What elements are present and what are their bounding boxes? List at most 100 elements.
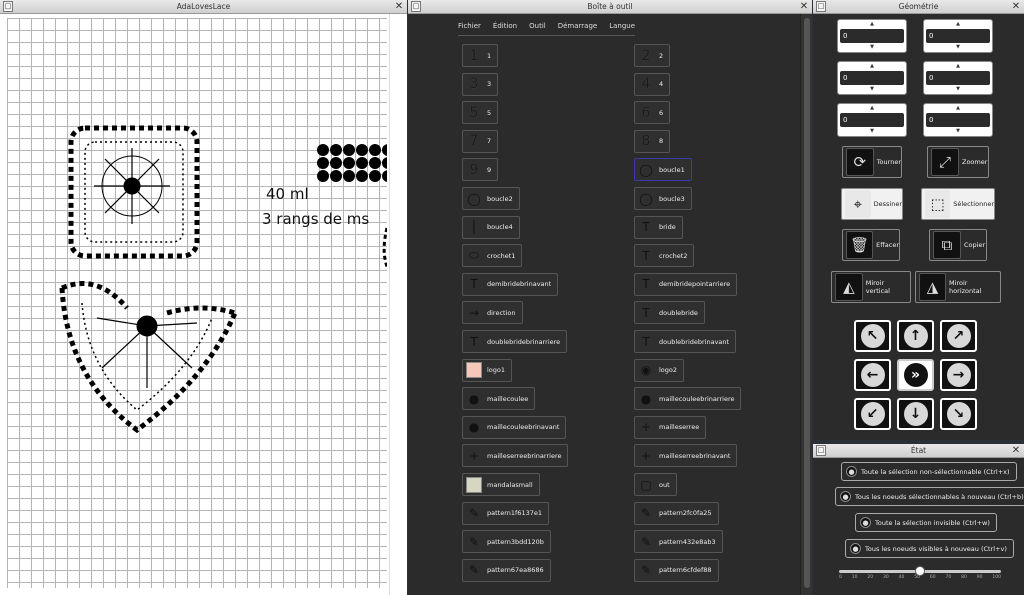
window-menu-icon[interactable]: □: [3, 1, 13, 12]
spin-value[interactable]: 0: [929, 32, 933, 40]
menu-langue[interactable]: Langue: [609, 22, 635, 33]
spin-up-icon[interactable]: ▲: [838, 104, 906, 113]
move-up-left-button[interactable]: ↖: [854, 320, 891, 352]
tool-button-1[interactable]: 11: [462, 44, 499, 67]
draw-button[interactable]: ⌖ Dessiner: [841, 188, 903, 220]
tool-button-logo2[interactable]: ◉ logo2: [634, 358, 685, 382]
erase-button[interactable]: 🗑 Effacer: [842, 229, 900, 261]
select-button[interactable]: ⬚ Sélectionner: [921, 188, 995, 220]
opacity-slider[interactable]: 0 10 20 30 40 50 60 70 80 90 100: [839, 566, 1001, 582]
spin-box-y1[interactable]: ▲ 0 ▼: [923, 19, 993, 53]
menu-outil[interactable]: Outil: [529, 22, 546, 33]
spin-up-icon[interactable]: ▲: [838, 62, 906, 71]
tool-button-mandalasmall[interactable]: mandalasmall: [462, 473, 540, 496]
mirror-vertical-button[interactable]: ◭ Miroir vertical: [831, 271, 911, 303]
close-icon[interactable]: ✕: [1011, 0, 1021, 13]
tool-button-7[interactable]: 77: [462, 129, 499, 153]
tool-button-5[interactable]: 55: [462, 101, 499, 125]
spin-up-icon[interactable]: ▲: [924, 104, 992, 113]
tool-button-maillecoulee[interactable]: ● maillecoulee: [462, 387, 536, 411]
tool-button-doublebride[interactable]: Tdoublebride: [634, 301, 705, 325]
tool-button-out[interactable]: ▢ out: [634, 473, 677, 496]
spin-down-icon[interactable]: ▼: [838, 127, 906, 136]
selectable-again-button[interactable]: ● Tous les noeuds sélectionnables à nouve…: [835, 487, 1024, 506]
move-down-button[interactable]: ↓: [897, 398, 934, 430]
tool-button-doublebridebrinavant[interactable]: Tdoublebridebrinavant: [634, 330, 737, 353]
spin-value[interactable]: 0: [929, 74, 933, 82]
tool-button-crochet1[interactable]: ⬭ crochet1: [462, 244, 523, 268]
invisible-button[interactable]: ● Toute la sélection invisible (Ctrl+w): [855, 513, 997, 532]
menu-fichier[interactable]: Fichier: [458, 22, 481, 33]
move-down-left-button[interactable]: ↙: [854, 398, 891, 430]
tool-button-3[interactable]: 33: [462, 72, 499, 96]
close-icon[interactable]: ✕: [799, 0, 809, 13]
tool-button-bride[interactable]: Tbride: [634, 215, 683, 239]
tool-button-boucle2[interactable]: ◯ boucle2: [462, 187, 520, 210]
spin-value[interactable]: 0: [929, 116, 933, 124]
spin-up-icon[interactable]: ▲: [924, 20, 992, 29]
visible-again-button[interactable]: ● Tous les noeuds visibles à nouveau (Ctr…: [845, 539, 1014, 558]
tool-button-pattern6cfdef88[interactable]: ✎ pattern6cfdef88: [634, 558, 719, 582]
spin-down-icon[interactable]: ▼: [838, 85, 906, 94]
tool-button-2[interactable]: 22: [634, 44, 671, 67]
window-menu-icon[interactable]: □: [816, 445, 826, 456]
spin-box-x2[interactable]: ▲ 0 ▼: [837, 61, 907, 95]
window-menu-icon[interactable]: □: [816, 1, 826, 12]
unselectable-button[interactable]: ● Toute la sélection non-sélectionnable (…: [841, 462, 1017, 481]
scroll-thumb[interactable]: [804, 18, 810, 588]
copy-button[interactable]: ⧉ Copier: [929, 229, 987, 261]
tool-button-maillecouleebrinarriere[interactable]: ● maillecouleebrinarriere: [634, 387, 742, 411]
zoom-button[interactable]: ⤢ Zoomer: [927, 146, 989, 178]
tool-button-pattern2fc0fa25[interactable]: ✎ pattern2fc0fa25: [634, 501, 719, 525]
spin-down-icon[interactable]: ▼: [838, 43, 906, 52]
drawing-canvas[interactable]: 40 ml 3 rangs de ms: [7, 18, 387, 588]
tool-button-pattern1f6137e1[interactable]: ✎ pattern1f6137e1: [462, 501, 549, 525]
tool-button-doublebridebrinarriere[interactable]: Tdoublebridebrinarriere: [462, 330, 568, 353]
close-icon[interactable]: ✕: [1011, 444, 1021, 457]
tool-button-8[interactable]: 88: [634, 129, 671, 153]
tool-button-pattern67ea8686[interactable]: ✎ pattern67ea8686: [462, 558, 551, 582]
tool-button-6[interactable]: 66: [634, 101, 671, 125]
spin-box-x1[interactable]: ▲ 0 ▼: [837, 19, 907, 53]
spin-box-x3[interactable]: ▲ 0 ▼: [837, 103, 907, 137]
tool-button-pattern432e8ab3[interactable]: ✎ pattern432e8ab3: [634, 530, 723, 554]
spin-down-icon[interactable]: ▼: [924, 85, 992, 94]
spin-up-icon[interactable]: ▲: [924, 62, 992, 71]
move-up-button[interactable]: ↑: [897, 320, 934, 352]
spin-up-icon[interactable]: ▲: [838, 20, 906, 29]
spin-value[interactable]: 0: [843, 74, 847, 82]
tool-button-demibridepointarriere[interactable]: Tdemibridepointarriere: [634, 272, 738, 296]
menu-edition[interactable]: Édition: [493, 22, 517, 33]
tool-button-mailleserree[interactable]: + mailleserree: [634, 415, 707, 439]
tool-button-9[interactable]: 99: [462, 158, 499, 182]
close-icon[interactable]: ✕: [394, 0, 404, 13]
mirror-horizontal-button[interactable]: ◮ Miroir horizontal: [915, 271, 1001, 303]
tool-button-boucle1[interactable]: ◯ boucle1: [634, 158, 692, 182]
tool-button-maillecouleebrinavant[interactable]: ● maillecouleebrinavant: [462, 415, 567, 439]
tool-button-logo1[interactable]: logo1: [462, 358, 513, 382]
tool-button-mailleserreebrinarriere[interactable]: + mailleserreebrinarriere: [462, 444, 569, 468]
menu-demarrage[interactable]: Démarrage: [558, 22, 597, 33]
tool-button-direction[interactable]: → direction: [462, 301, 523, 325]
toolbox-scrollbar[interactable]: [800, 14, 812, 595]
tool-button-4[interactable]: 44: [634, 72, 671, 96]
rotate-button[interactable]: ⟳ Tourner: [842, 146, 902, 178]
move-left-button[interactable]: ←: [854, 359, 891, 391]
tool-button-boucle3[interactable]: ◯ boucle3: [634, 187, 692, 210]
spin-down-icon[interactable]: ▼: [924, 127, 992, 136]
move-right-button[interactable]: →: [940, 359, 977, 391]
tool-button-pattern3bdd120b[interactable]: ✎ pattern3bdd120b: [462, 530, 551, 554]
canvas-vertical-scrollbar[interactable]: [389, 14, 407, 595]
spin-down-icon[interactable]: ▼: [924, 43, 992, 52]
spin-box-y2[interactable]: ▲ 0 ▼: [923, 61, 993, 95]
spin-box-y3[interactable]: ▲ 0 ▼: [923, 103, 993, 137]
spin-value[interactable]: 0: [843, 32, 847, 40]
move-down-right-button[interactable]: ↘: [940, 398, 977, 430]
annotation-text-2[interactable]: 3 rangs de ms: [262, 210, 369, 228]
tool-button-mailleserreebrinavant[interactable]: + mailleserreebrinavant: [634, 444, 738, 468]
annotation-text-1[interactable]: 40 ml: [266, 185, 309, 203]
tool-button-crochet2[interactable]: Tcrochet2: [634, 244, 695, 268]
spin-value[interactable]: 0: [843, 116, 847, 124]
tool-button-boucle4[interactable]: │ boucle4: [462, 215, 520, 239]
window-menu-icon[interactable]: □: [411, 1, 421, 12]
